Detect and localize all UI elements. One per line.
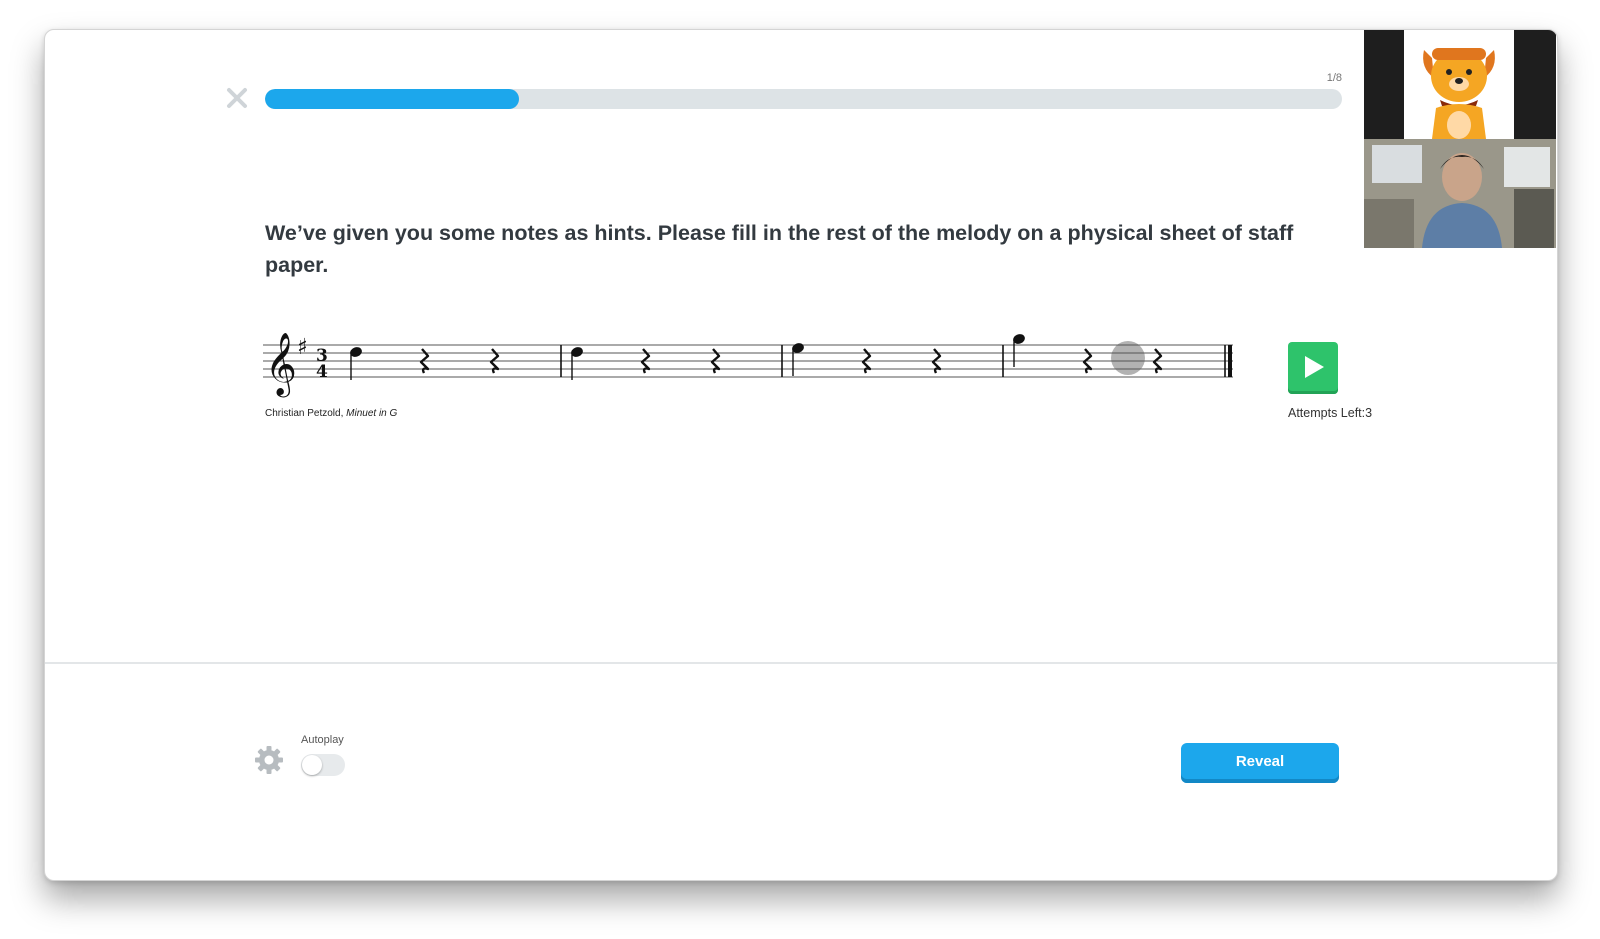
autoplay-toggle[interactable] [301, 754, 345, 776]
music-staff: 𝄞 ♯ 3 4 [263, 332, 1233, 398]
composer-credit: Christian Petzold, Minuet in G [265, 408, 397, 419]
treble-clef-icon: 𝄞 [265, 332, 297, 398]
autoplay-label: Autoplay [301, 734, 344, 746]
composer-name: Christian Petzold, [265, 408, 344, 419]
key-signature: ♯ [297, 335, 308, 360]
play-button[interactable] [1288, 342, 1338, 394]
reveal-button[interactable]: Reveal [1181, 743, 1339, 783]
progress-bar [265, 89, 1342, 109]
cursor-highlight [1111, 341, 1145, 375]
progress-count: 1/8 [1326, 72, 1342, 84]
piece-title: Minuet in G [346, 408, 398, 419]
mascot-video [1364, 30, 1556, 139]
notes [350, 334, 1025, 380]
dog-mascot-icon [1423, 48, 1495, 139]
gear-icon[interactable] [254, 745, 284, 775]
progress-fill [265, 89, 520, 109]
lesson-window: 1/8 We’ve given you some notes as hints.… [44, 29, 1558, 881]
mascot-background [1404, 30, 1514, 139]
close-icon[interactable] [225, 86, 249, 110]
webcam-image [1364, 139, 1556, 248]
play-icon [1305, 356, 1324, 378]
footer-divider [45, 662, 1557, 664]
final-barline [1228, 345, 1232, 377]
question-prompt: We’ve given you some notes as hints. Ple… [265, 221, 1294, 277]
toggle-knob [302, 755, 322, 775]
time-signature-bottom: 4 [316, 362, 328, 382]
attempts-left: Attempts Left:3 [1288, 406, 1373, 420]
webcam-feed [1364, 139, 1556, 248]
